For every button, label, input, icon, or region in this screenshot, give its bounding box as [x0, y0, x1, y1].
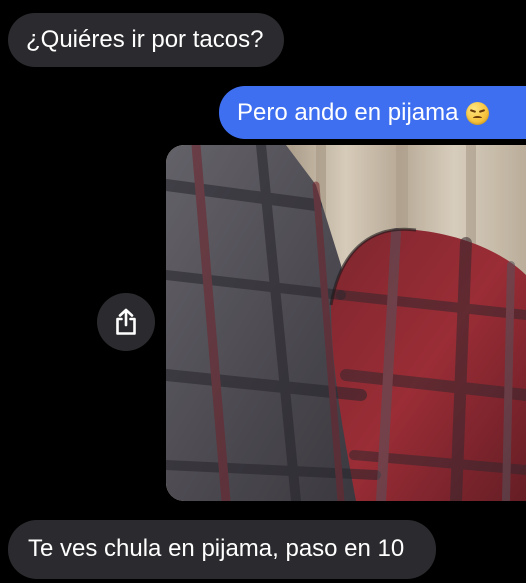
pajama-photo: [166, 145, 526, 501]
message-text: ¿Quiéres ir por tacos?: [26, 26, 264, 53]
photo-attachment[interactable]: [166, 145, 526, 501]
message-text: Pero ando en pijama: [237, 99, 459, 126]
incoming-message-bubble[interactable]: ¿Quiéres ir por tacos?: [8, 13, 284, 67]
incoming-message-bubble[interactable]: Te ves chula en pijama, paso en 10: [8, 520, 436, 579]
outgoing-message-bubble[interactable]: Pero ando en pijama: [219, 86, 526, 139]
share-button[interactable]: [97, 293, 155, 351]
message-text: Te ves chula en pijama, paso en 10: [28, 535, 405, 562]
chat-screen: ¿Quiéres ir por tacos? Pero ando en pija…: [0, 0, 526, 583]
share-icon: [116, 308, 136, 335]
disappointed-face-icon: [466, 101, 490, 125]
